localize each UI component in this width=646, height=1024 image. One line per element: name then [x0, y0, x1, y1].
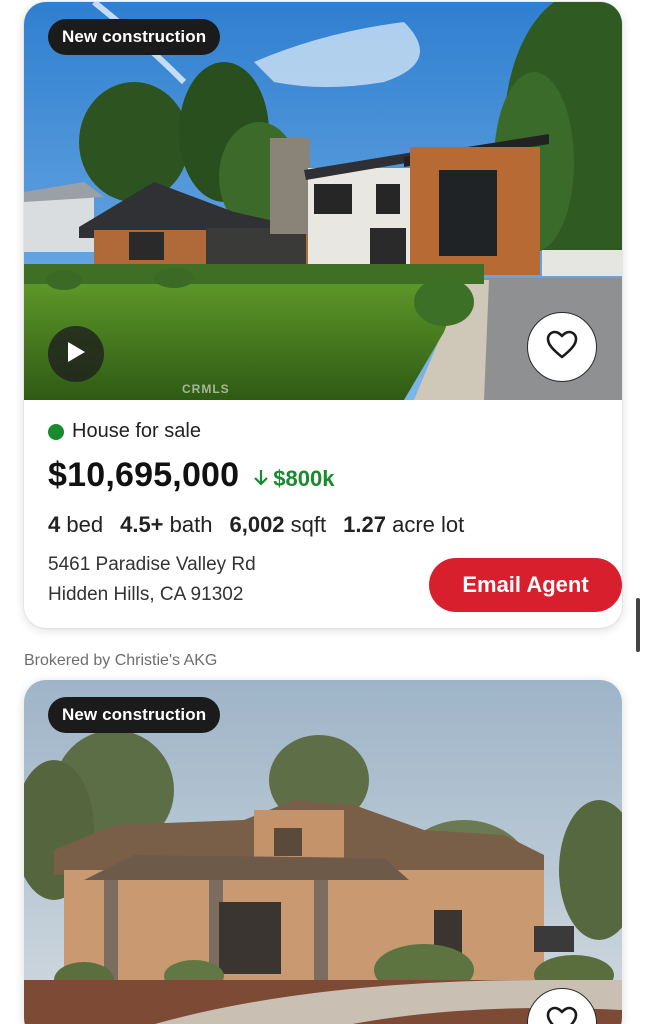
price-drop-amount: $800k [273, 466, 335, 491]
heart-icon [546, 1006, 578, 1024]
price-row: $10,695,000 $800k [48, 456, 334, 495]
status-dot [48, 423, 64, 440]
save-favorite-button[interactable] [527, 312, 597, 382]
listing-specs: 4 bed 4.5+ bath 6,002 sqft 1.27 acre lot [48, 512, 464, 538]
spec-sqft: 6,002 sqft [229, 512, 327, 537]
spec-beds: 4 bed [48, 512, 104, 537]
status-label: House for sale [72, 420, 201, 442]
address-line-2: Hidden Hills, CA 91302 [48, 584, 244, 605]
new-construction-badge: New construction [48, 19, 221, 55]
new-construction-badge: New construction [48, 697, 221, 733]
play-video-button[interactable] [48, 326, 104, 382]
listing-card[interactable]: CRMLS New construction House for sale $1… [24, 2, 622, 628]
address-line-1: 5461 Paradise Valley Rd [48, 554, 256, 575]
price-drop: $800k [253, 466, 334, 492]
broker-label: Brokered by Christie's AKG [24, 652, 218, 669]
listing-card[interactable]: New construction [24, 680, 622, 1024]
spec-baths: 4.5+ bath [120, 512, 213, 537]
spec-lot: 1.27 acre lot [343, 512, 465, 537]
arrow-down-icon [253, 466, 269, 492]
play-icon [65, 340, 87, 369]
heart-icon [546, 330, 578, 365]
scrollbar[interactable] [636, 598, 640, 652]
email-agent-button[interactable]: Email Agent [429, 558, 622, 612]
listing-price: $10,695,000 [48, 456, 240, 494]
listing-status: House for sale [48, 420, 201, 443]
photo-watermark: CRMLS [182, 382, 230, 396]
